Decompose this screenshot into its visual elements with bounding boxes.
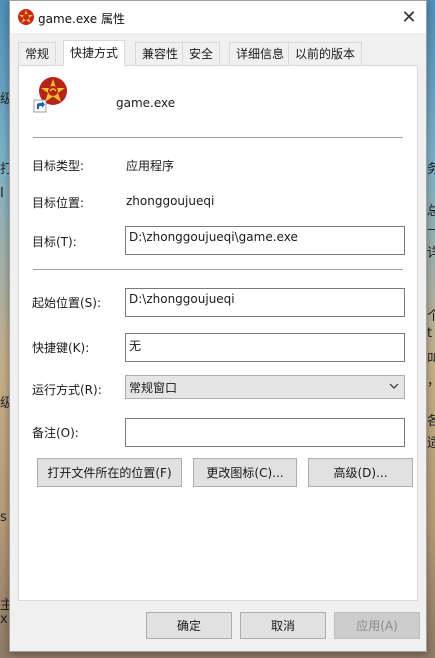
background-text: I (0, 186, 4, 201)
shortcut-name: game.exe (116, 96, 176, 110)
tab-shortcut[interactable]: 快捷方式 (63, 40, 126, 66)
properties-dialog: game.exe 属性 ✕ 常规 快捷方式 兼容性 安全 详细信息 以前的版本 … (9, 0, 427, 652)
background-text: s (0, 510, 7, 525)
background-text: 务 (427, 162, 435, 177)
tab-previous-versions[interactable]: 以前的版本 (288, 42, 363, 65)
run-mode-select[interactable]: 常规窗口 (125, 375, 405, 399)
target-location-value: zhonggoujueqi (126, 194, 215, 208)
target-label: 目标(T): (32, 235, 77, 249)
cancel-button[interactable]: 取消 (240, 612, 326, 639)
advanced-button[interactable]: 高级(D)... (308, 458, 413, 487)
tab-security[interactable]: 安全 (182, 42, 221, 65)
start-in-input[interactable]: D:\zhonggoujueqi (125, 288, 405, 317)
background-text: 各 (427, 414, 435, 429)
background-text: t (427, 326, 433, 341)
background-text: x (0, 612, 8, 627)
apply-button[interactable]: 应用(A) (334, 612, 420, 639)
tab-general[interactable]: 常规 (18, 42, 57, 65)
background-text: 个 (427, 309, 435, 324)
title-bar[interactable]: game.exe 属性 ✕ (10, 1, 426, 33)
target-input[interactable]: D:\zhonggoujueqi\game.exe (125, 226, 405, 255)
target-location-label: 目标位置: (32, 196, 85, 210)
tab-details[interactable]: 详细信息 (229, 42, 292, 65)
run-label: 运行方式(R): (32, 383, 102, 397)
hotkey-input[interactable]: 无 (125, 333, 405, 362)
divider (33, 137, 403, 138)
open-file-location-button[interactable]: 打开文件所在的位置(F) (37, 458, 182, 487)
game-emblem-icon (33, 77, 67, 113)
background-text: ， (427, 370, 435, 389)
close-icon: ✕ (401, 6, 417, 28)
run-mode-value: 常规窗口 (129, 381, 178, 395)
comment-input[interactable] (125, 418, 405, 447)
start-in-label: 起始位置(S): (32, 296, 102, 310)
background-text: 叫 (427, 352, 435, 367)
background-text: 总 (427, 204, 435, 219)
shortcut-panel: game.exe 目标类型: 应用程序 目标位置: zhonggoujueqi … (18, 65, 418, 601)
target-type-label: 目标类型: (32, 159, 85, 173)
divider (33, 269, 403, 270)
hotkey-label: 快捷键(K): (32, 341, 90, 355)
background-text: 适 (427, 436, 435, 451)
close-button[interactable]: ✕ (392, 1, 426, 33)
window-title: game.exe 属性 (38, 12, 125, 26)
game-emblem-icon (18, 9, 34, 25)
chevron-down-icon (389, 383, 399, 389)
background-text: — (427, 222, 435, 237)
background-text: 详 (427, 246, 435, 261)
ok-button[interactable]: 确定 (146, 612, 232, 639)
tab-compatibility[interactable]: 兼容性 (135, 42, 186, 65)
target-type-value: 应用程序 (126, 159, 175, 173)
change-icon-button[interactable]: 更改图标(C)... (193, 458, 297, 487)
comment-label: 备注(O): (32, 426, 79, 440)
